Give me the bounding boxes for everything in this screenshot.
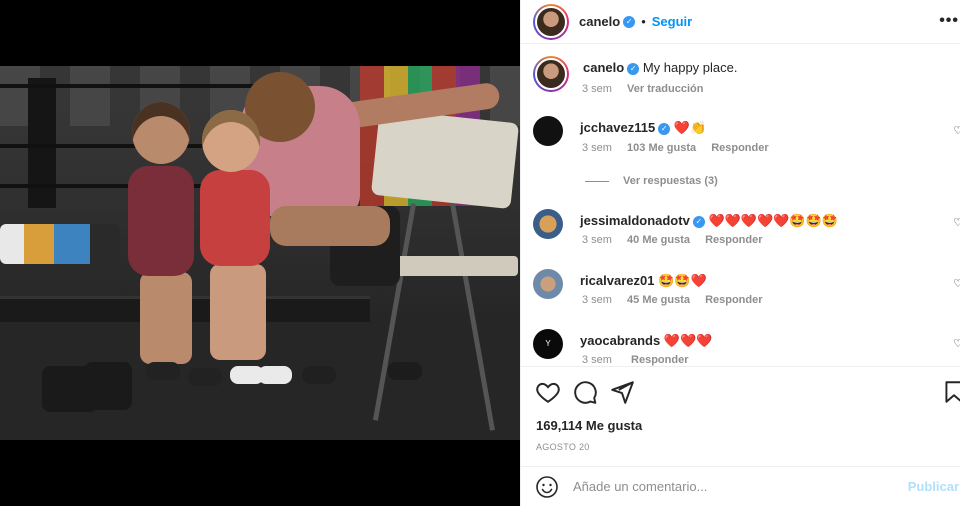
comment-meta: 3 sem 103 Me gusta Responder: [582, 142, 769, 154]
follow-button[interactable]: Seguir: [652, 14, 692, 29]
reply-button[interactable]: Responder: [705, 234, 762, 246]
publish-button[interactable]: Publicar: [908, 479, 959, 494]
commenter-username[interactable]: ricalvarez01: [580, 273, 654, 288]
comment-meta: 3 sem 45 Me gusta Responder: [582, 294, 763, 306]
comment-likes[interactable]: 103 Me gusta: [627, 142, 696, 154]
comment-age: 3 sem: [582, 142, 612, 154]
commenter-avatar[interactable]: [533, 269, 563, 299]
comment-composer: Añade un comentario... Publicar: [521, 466, 960, 506]
comment-input[interactable]: Añade un comentario...: [573, 479, 707, 494]
shoe: [188, 368, 222, 386]
verified-badge-icon: ✓: [623, 15, 636, 28]
girl-head: [202, 110, 260, 172]
comment-age: 3 sem: [582, 294, 612, 306]
reply-button[interactable]: Responder: [711, 142, 768, 154]
man-leg: [270, 206, 390, 246]
translate-link[interactable]: Ver traducción: [627, 83, 703, 95]
separator-dot: •: [641, 14, 646, 29]
commenter-avatar[interactable]: [533, 116, 563, 146]
share-send-icon[interactable]: [609, 379, 635, 405]
comment-like-icon[interactable]: ♡: [953, 277, 960, 290]
verified-badge-icon: ✓: [692, 215, 705, 228]
instagram-post-view: canelo ✓ • Seguir ••• canelo ✓ My happy p…: [0, 0, 960, 506]
commenter-username[interactable]: jessimaldonadotv: [580, 213, 690, 228]
girl-legs: [210, 264, 266, 360]
post-sidebar: canelo ✓ • Seguir ••• canelo ✓ My happy p…: [520, 0, 960, 506]
shoe: [258, 366, 292, 384]
verified-badge-icon: ✓: [627, 62, 640, 75]
comment-text: 🤩🤩❤️: [658, 273, 707, 288]
comment-like-icon[interactable]: ♡: [953, 337, 960, 350]
comment-text: ❤️👏: [673, 120, 707, 135]
commenter-avatar[interactable]: Y: [533, 329, 563, 359]
boy-figure: [128, 166, 194, 276]
ring-ropes: [0, 84, 260, 88]
author-username[interactable]: canelo: [579, 14, 620, 29]
more-options-icon[interactable]: •••: [939, 12, 959, 30]
view-replies-label: Ver respuestas (3): [623, 175, 718, 187]
caption-meta: 3 sem Ver traducción: [582, 83, 703, 95]
media-area: [0, 0, 520, 506]
reply-button[interactable]: Responder: [631, 354, 688, 366]
comment-age: 3 sem: [582, 234, 612, 246]
comment-bubble-icon[interactable]: [572, 379, 598, 405]
replies-line: [585, 180, 609, 182]
post-actions: 169,114 Me gusta AGOSTO 20: [521, 366, 960, 466]
comment-meta: 3 sem Responder: [582, 354, 689, 366]
chair-back: [370, 108, 520, 210]
caption-username[interactable]: canelo: [583, 60, 624, 75]
comment-meta: 3 sem 40 Me gusta Responder: [582, 234, 763, 246]
caption-age: 3 sem: [582, 83, 612, 95]
verified-badge-icon: ✓: [658, 122, 671, 135]
shoe: [388, 362, 422, 380]
towels: [0, 224, 120, 264]
author-avatar-image: [535, 5, 567, 38]
save-bookmark-icon[interactable]: [941, 379, 960, 405]
boy-legs: [140, 272, 192, 364]
caption-avatar-image: [535, 58, 567, 90]
shoe: [84, 362, 132, 410]
caption-text: My happy place.: [642, 60, 738, 75]
comment-age: 3 sem: [582, 354, 612, 366]
commenter-avatar[interactable]: [533, 209, 563, 239]
commenter-username[interactable]: jcchavez115: [580, 120, 655, 135]
author-avatar[interactable]: [533, 3, 569, 40]
commenter-username[interactable]: yaocabrands: [580, 333, 660, 348]
post-header: canelo ✓ • Seguir •••: [521, 0, 960, 44]
shoe: [302, 366, 336, 384]
post-photo[interactable]: [0, 66, 520, 440]
comment-like-icon[interactable]: ♡: [953, 216, 960, 229]
emoji-icon[interactable]: [535, 475, 559, 499]
girl-figure: [200, 170, 270, 266]
comment-text: ❤️❤️❤️: [663, 333, 713, 348]
comment-likes[interactable]: 45 Me gusta: [627, 294, 690, 306]
like-count[interactable]: 169,114 Me gusta: [536, 418, 642, 433]
comments-list[interactable]: canelo ✓ My happy place. 3 sem Ver traduc…: [521, 44, 960, 366]
like-heart-icon[interactable]: [535, 379, 561, 405]
view-replies-link[interactable]: Ver respuestas (3): [585, 175, 718, 187]
comment-text: ❤️❤️❤️❤️❤️🤩🤩🤩: [708, 213, 838, 228]
comment-likes[interactable]: 40 Me gusta: [627, 234, 690, 246]
reply-button[interactable]: Responder: [705, 294, 762, 306]
shoe: [146, 362, 180, 380]
ring-corner-post: [28, 78, 56, 208]
comment-like-icon[interactable]: ♡: [953, 124, 960, 137]
caption-avatar[interactable]: [533, 56, 569, 92]
post-date: AGOSTO 20: [536, 442, 590, 452]
boy-head: [132, 102, 190, 164]
